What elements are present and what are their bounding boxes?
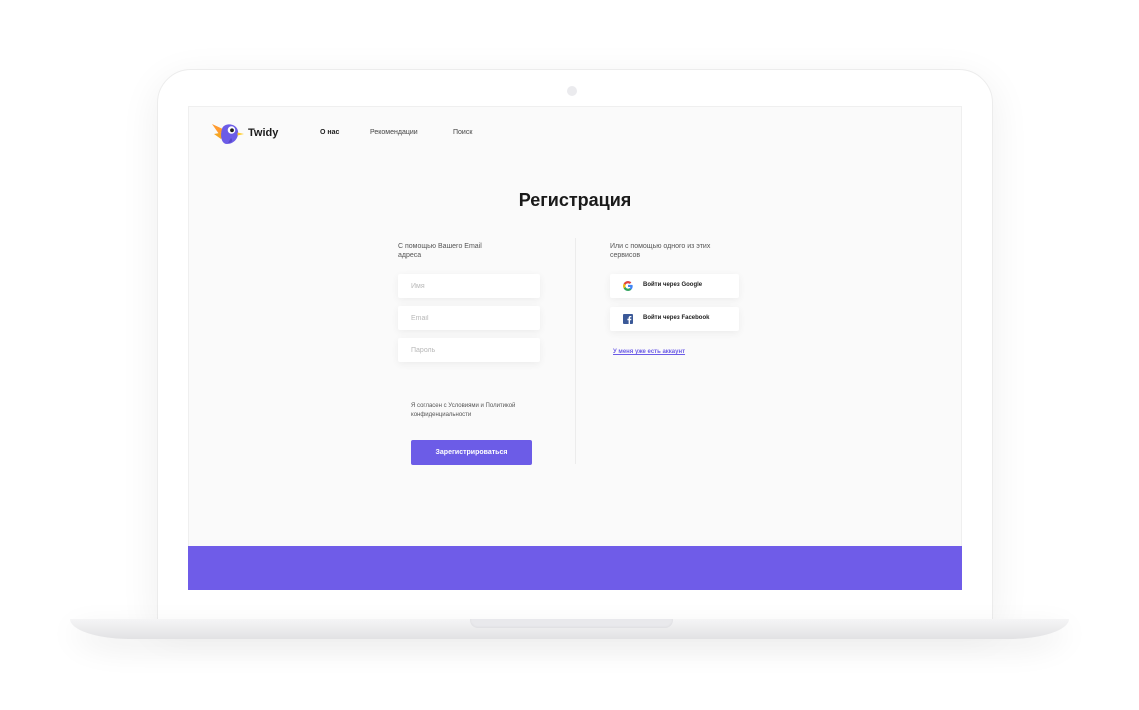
- brand-name[interactable]: Twidy: [248, 127, 278, 139]
- email-section-caption: С помощью Вашего Email адреса: [398, 242, 518, 260]
- column-divider: [575, 238, 576, 464]
- facebook-login-label: Войти через Facebook: [643, 315, 710, 321]
- register-button[interactable]: Зарегистрироваться: [411, 440, 532, 465]
- consent-line-2: конфиденциальности: [411, 412, 472, 418]
- services-caption-line-1: Или с помощью одного из этих: [610, 243, 711, 250]
- consent-line-1: Я согласен с Условиями и Политикой: [411, 403, 516, 409]
- google-icon: [623, 281, 633, 291]
- services-caption-line-2: сервисов: [610, 252, 641, 259]
- page-title: Регистрация: [518, 190, 632, 210]
- google-login-button[interactable]: Войти через Google: [610, 274, 739, 298]
- email-caption-line-1: С помощью Вашего Email: [398, 243, 482, 250]
- nav-recommendations[interactable]: Рекомендации: [370, 129, 418, 136]
- bird-logo-icon[interactable]: [210, 120, 246, 146]
- facebook-icon: [623, 314, 633, 324]
- footer: [188, 546, 962, 590]
- webcam: [567, 86, 577, 96]
- google-login-label: Войти через Google: [643, 282, 703, 288]
- terms-consent[interactable]: Я согласен с Условиями и Политикой конфи…: [411, 402, 561, 420]
- laptop-hinge-notch: [470, 619, 673, 628]
- services-section-caption: Или с помощью одного из этих сервисов: [610, 242, 730, 260]
- email-input[interactable]: [398, 306, 540, 330]
- password-input[interactable]: [398, 338, 540, 362]
- browser-viewport: Twidy О нас Рекомендации Поиск Регистрац…: [188, 106, 962, 590]
- site-header: Twidy О нас Рекомендации Поиск: [188, 106, 962, 166]
- facebook-login-button[interactable]: Войти через Facebook: [610, 307, 739, 331]
- nav-about[interactable]: О нас: [320, 129, 339, 136]
- existing-account-link[interactable]: У меня уже есть аккаунт: [613, 349, 685, 355]
- email-caption-line-2: адреса: [398, 252, 422, 259]
- nav-search[interactable]: Поиск: [453, 129, 472, 136]
- name-input[interactable]: [398, 274, 540, 298]
